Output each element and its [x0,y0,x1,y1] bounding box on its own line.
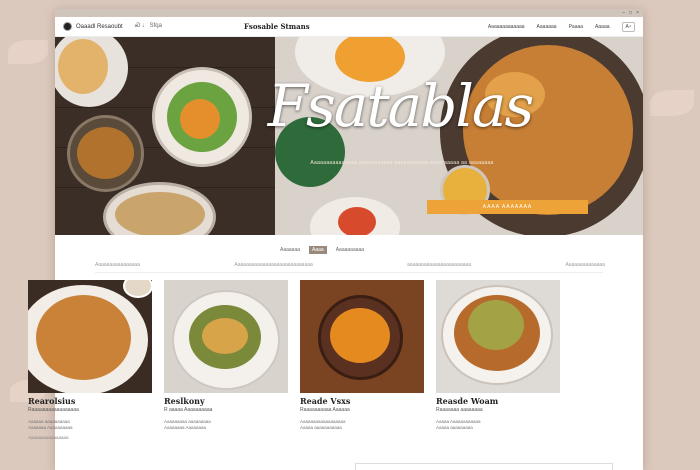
recipe-description: Aaaaa Aaaaaaaaaaaa Aaaaa aaaaaaaaa [436,419,481,431]
salad-image [180,99,220,139]
recipe-image[interactable] [300,280,424,393]
brand-extra: Ꮝ ♩ Sfqa [134,23,162,29]
recipe-card[interactable]: Reslkony R aaaaa Aaaaaaaaaa Aaaaaaaaa aa… [164,280,288,440]
nav-link[interactable]: Aaaaa [595,24,609,30]
nav-link[interactable]: Aaaaaaa [537,24,557,30]
tagline-text: aaaaaaaaaaaaaaaaaaaaaaa [407,262,472,268]
nav-link[interactable]: Aaaaaaaaaaaaa [488,24,525,30]
footer-bar [355,463,613,470]
tab[interactable]: Aaaaaaa [277,246,303,254]
hero-title: Fsatablas [267,72,535,140]
hero-banner: Fsatablas Aaaaaaaaaaaaaaa aaaaaaaaaaa aa… [55,37,643,235]
recipe-link[interactable]: Aaaaaaaaaaaaaaaa [28,435,152,440]
tab[interactable]: Aaaaaaaaaa [333,246,367,254]
brand[interactable]: Oaaadl Resaoubt Ꮝ ♩ Sfqa [63,22,162,31]
hero-cta-button[interactable]: AAAA AAAAAAA [427,200,588,214]
browser-bar: – □ × [55,9,643,17]
stew-image [77,127,134,179]
recipe-subtitle: Raaaaaaaaaa Aaaaaa [300,407,350,413]
section-header: Aaaaaaa Aaaa Aaaaaaaaaa Aaaaaaaaaaaaaaaa… [55,235,643,285]
recipe-title[interactable]: Reade Vsxs [300,396,424,406]
tagline-text: Aaaaaaaaaaaaaaaa [95,262,141,268]
section-tagline: Aaaaaaaaaaaaaaaa Aaaaaaaaaaaaaaaaaaaaaaa… [95,262,605,268]
recipe-subtitle: R aaaaa Aaaaaaaaaa [164,407,213,413]
close-icon[interactable]: × [636,10,639,16]
food-image [338,207,376,235]
logo-icon [63,22,72,31]
recipe-image[interactable] [164,280,288,393]
recipe-description: Aaaaaa aaaaaaaaaa Aaaaaaa Aaaaaaaaaa [28,419,73,431]
wooden-table-background [55,37,275,235]
sauce-bowl-image [123,280,152,298]
site-title: Fsosable Stmans [243,22,310,31]
nav-button[interactable]: A⁴ [621,21,635,32]
grain-image [115,192,205,235]
tab-active[interactable]: Aaaa [309,246,327,254]
recipe-title[interactable]: Reslkony [164,396,288,406]
nav-links: Aaaaaaaaaaaaa Aaaaaaa Paaaa Aaaaa A⁴ [488,21,635,32]
brand-name: Oaaadl Resaoubt [76,23,123,30]
divider [95,272,603,273]
fried-chicken-image [36,295,131,380]
recipe-description: Aaaaaaaaa aaaaaaaaa Aaaaaaaa Aaaaaaaa [164,419,211,431]
background-leaf [650,90,694,116]
recipe-subtitle: Raaaaaaa aaaaaaaa [436,407,483,413]
hero-subtitle: Aaaaaaaaaaaaaaa aaaaaaaaaaa aaaaaaaaaaa … [310,160,494,166]
recipe-card[interactable]: Reasde Woam Raaaaaaa aaaaaaaa Aaaaa Aaaa… [436,280,560,440]
recipe-image[interactable] [436,280,560,393]
recipe-card[interactable]: Rearolsius Raaaaaaaaaaaaaaaaa Aaaaaa aaa… [28,280,152,440]
top-navigation: Oaaadl Resaoubt Ꮝ ♩ Sfqa Fsosable Stmans… [55,17,643,37]
bread-image [58,39,108,94]
tagline-text: Aaaaaaaaaaaaaaaaaaaaaaaaaaaa [234,262,313,268]
recipe-image[interactable] [28,280,152,393]
maximize-icon[interactable]: □ [629,10,632,16]
background-leaf [8,40,48,64]
roasted-vegetables-image [330,308,390,363]
recipe-card[interactable]: Reade Vsxs Raaaaaaaaaa Aaaaaa Aaaaaaaaaa… [300,280,424,440]
recipe-title[interactable]: Reasde Woam [436,396,560,406]
recipe-title[interactable]: Rearolsius [28,396,152,406]
nav-link[interactable]: Paaaa [569,24,583,30]
recipe-description: Aaaaaaaaaaaaaaaaaa Aaaaa aaaaaaaaaaa [300,419,346,431]
chickpea-image [202,318,248,354]
noodles-image [468,300,524,350]
recipe-cards: Rearolsius Raaaaaaaaaaaaaaaaa Aaaaaa aaa… [28,280,560,440]
recipe-subtitle: Raaaaaaaaaaaaaaaaa [28,407,79,413]
minimize-icon[interactable]: – [622,10,625,16]
category-tabs: Aaaaaaa Aaaa Aaaaaaaaaa [277,246,367,254]
tagline-text: Aaaaaaaaaaaaaa [565,262,605,268]
